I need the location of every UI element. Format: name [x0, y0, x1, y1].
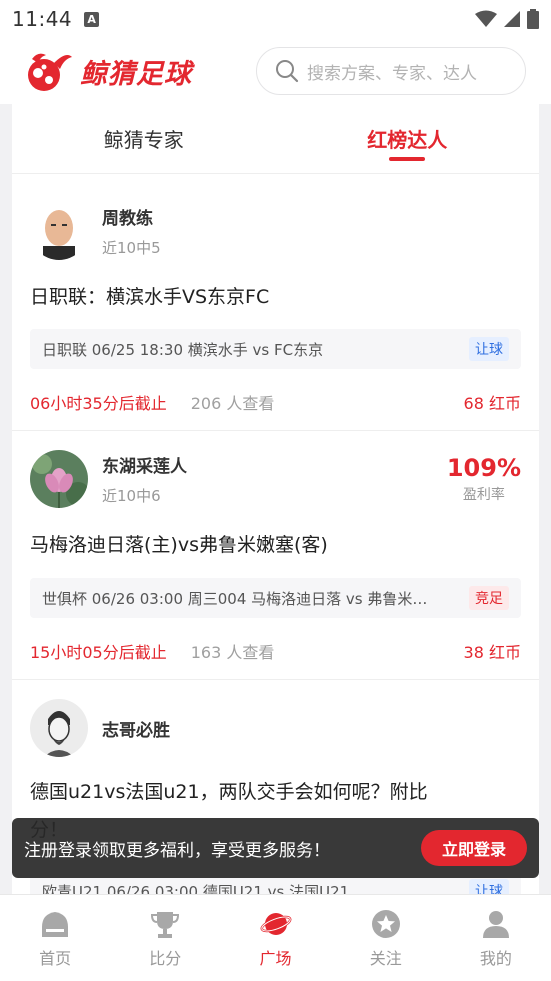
tab-label: 鲸猜专家	[103, 128, 184, 152]
trophy-icon	[151, 912, 180, 938]
home-icon	[42, 912, 69, 937]
search-icon	[276, 60, 299, 83]
status-time: 11:44	[12, 7, 73, 31]
tab-label: 红榜达人	[367, 128, 448, 152]
post-author[interactable]: 东湖采莲人 近10中6	[30, 450, 187, 508]
match-info: 世俱杯 06/26 03:00 周三004 马梅洛迪日落 vs 弗鲁米嫩塞 竞足	[30, 578, 521, 618]
nav-follow[interactable]: 关注	[331, 895, 441, 981]
nav-label: 首页	[39, 949, 72, 968]
search-placeholder: 搜索方案、专家、达人	[307, 63, 477, 84]
app-logo[interactable]: 鲸猜足球	[24, 49, 192, 93]
post-author[interactable]: 志哥必胜	[30, 699, 170, 757]
author-name: 周教练	[102, 209, 153, 229]
author-record: 近10中5	[102, 239, 161, 257]
app-header: 鲸猜足球 搜索方案、专家、达人	[0, 38, 551, 104]
login-prompt-toast: 注册登录领取更多福利，享受更多服务！ 立即登录	[12, 818, 539, 878]
post-card[interactable]: 东湖采莲人 近10中6 109% 盈利率 马梅洛迪日落(主)vs弗鲁米嫩塞(客)…	[12, 432, 539, 680]
view-count: 163 人查看	[190, 643, 275, 662]
user-icon	[482, 911, 509, 938]
tab-red-list[interactable]: 红榜达人	[276, 104, 540, 173]
toast-message: 注册登录领取更多福利，享受更多服务！	[24, 840, 330, 861]
profit-percent: 109%	[446, 454, 521, 482]
post-meta: 06小时35分后截止 206 人查看 68 红币	[30, 390, 521, 414]
battery-icon	[527, 9, 539, 29]
notification-icon: A	[84, 11, 100, 27]
nav-home[interactable]: 首页	[0, 895, 110, 981]
planet-icon	[260, 913, 291, 935]
avatar	[30, 699, 88, 757]
deadline-text: 06小时35分后截止	[30, 394, 167, 413]
view-count: 206 人查看	[190, 394, 275, 413]
author-name: 志哥必胜	[102, 720, 170, 741]
post-card[interactable]: 周教练 近10中5 日职联：横滨水手VS东京FC 日职联 06/25 18:30…	[12, 184, 539, 431]
nav-scores[interactable]: 比分	[110, 895, 220, 981]
nav-label: 关注	[369, 949, 402, 968]
match-text: 欧青U21 06/26 03:00 德国U21 vs 法国U21	[42, 882, 350, 895]
author-name: 东湖采莲人	[102, 457, 187, 477]
search-input[interactable]: 搜索方案、专家、达人	[256, 47, 526, 95]
avatar	[30, 450, 88, 508]
nav-mine[interactable]: 我的	[441, 895, 551, 981]
wifi-icon	[475, 10, 497, 27]
post-title: 德国u21vs法国u21，两队交手会如何呢？附比	[30, 781, 428, 803]
login-button[interactable]: 立即登录	[421, 830, 527, 866]
post-title: 马梅洛迪日落(主)vs弗鲁米嫩塞(客)	[30, 534, 328, 556]
bottom-nav: 首页 比分 广场 关注 我的	[0, 894, 551, 981]
match-info: 日职联 06/25 18:30 横滨水手 vs FC东京 让球	[30, 329, 521, 369]
post-title: 日职联：横滨水手VS东京FC	[30, 286, 270, 308]
status-icons	[475, 9, 539, 29]
post-author[interactable]: 周教练 近10中5	[30, 202, 161, 260]
profit-rate: 109% 盈利率	[447, 454, 521, 504]
price-text: 68 红币	[463, 394, 521, 413]
profit-label: 盈利率	[462, 487, 505, 503]
tab-bar: 鲸猜专家 红榜达人	[12, 104, 539, 174]
avatar	[30, 202, 88, 260]
post-meta: 15小时05分后截止 163 人查看 38 红币	[30, 639, 521, 663]
nav-label: 比分	[149, 949, 182, 968]
nav-label: 广场	[259, 949, 292, 968]
deadline-text: 15小时05分后截止	[30, 643, 167, 662]
bet-type-badge: 让球	[469, 337, 509, 361]
whale-logo-icon	[28, 53, 72, 91]
star-icon	[371, 910, 400, 938]
match-text: 世俱杯 06/26 03:00 周三004 马梅洛迪日落 vs 弗鲁米嫩塞	[42, 589, 442, 608]
signal-icon	[504, 11, 520, 27]
match-text: 日职联 06/25 18:30 横滨水手 vs FC东京	[42, 340, 324, 359]
status-bar: 11:44 A	[0, 0, 551, 38]
tab-experts[interactable]: 鲸猜专家	[12, 104, 276, 173]
bet-type-badge: 让球	[469, 879, 509, 894]
bet-type-badge: 竞足	[469, 586, 509, 610]
nav-square[interactable]: 广场	[220, 895, 330, 981]
price-text: 38 红币	[463, 643, 521, 662]
brand-name: 鲸猜足球	[80, 58, 192, 90]
active-tab-indicator	[389, 157, 426, 161]
feed-container: 鲸猜专家 红榜达人 周教练 近10中5 日职联：横滨水手VS东京FC 日职联 0…	[12, 104, 539, 894]
author-record: 近10中6	[102, 487, 161, 505]
nav-label: 我的	[479, 949, 512, 968]
